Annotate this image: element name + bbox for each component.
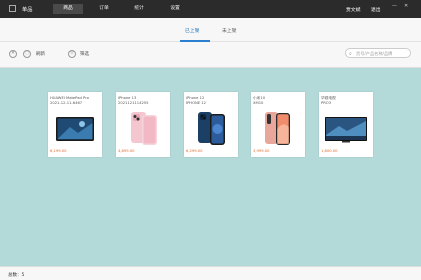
total-count: 总数：5 bbox=[8, 272, 25, 278]
tv-image bbox=[325, 117, 367, 143]
app-logo-icon bbox=[9, 5, 16, 12]
tab-off-shelf[interactable]: 未上架 bbox=[222, 27, 236, 34]
product-sku: XM10 bbox=[253, 101, 264, 106]
nav-item-settings[interactable]: 设置 bbox=[160, 4, 190, 14]
logout-link[interactable]: 退出 bbox=[371, 6, 381, 13]
select-all-icon[interactable]: ✕ bbox=[9, 50, 17, 58]
refresh-icon[interactable]: ◌ bbox=[23, 50, 31, 58]
refresh-button[interactable]: 刷新 bbox=[36, 51, 45, 57]
search-box[interactable]: ⌕ bbox=[345, 48, 411, 58]
product-sku: 2021-12-11-6467 bbox=[50, 101, 83, 106]
tabs-divider bbox=[0, 41, 421, 42]
product-sku: 2021121114255 bbox=[118, 101, 149, 106]
product-price: 6,199.00 bbox=[50, 148, 67, 153]
product-card[interactable]: 华硕电视 PRO3 1,800.00 bbox=[319, 92, 373, 157]
product-price: 6,299.00 bbox=[186, 148, 203, 153]
app-title: 单品 bbox=[22, 7, 33, 13]
product-price: 4,899.00 bbox=[118, 148, 135, 153]
close-icon[interactable]: ✕ bbox=[404, 3, 408, 9]
product-sku: PRO3 bbox=[321, 101, 332, 106]
top-nav-bar: 单品 商品 订单 统计 设置 贾文斌 退出 — ✕ bbox=[0, 0, 421, 18]
product-card[interactable]: iPhone 13 2021121114255 4,899.00 bbox=[116, 92, 170, 157]
user-name[interactable]: 贾文斌 bbox=[346, 6, 360, 13]
iphone-blue-image bbox=[198, 112, 225, 145]
active-tab-indicator bbox=[180, 40, 210, 42]
product-sku: IPHONE 12 bbox=[186, 101, 206, 106]
product-price: 1,800.00 bbox=[321, 148, 338, 153]
product-card[interactable]: HUAWEI MatePad Pro 2021-12-11-6467 6,199… bbox=[48, 92, 102, 157]
sub-header: 已上架 未上架 ✕ ◌ 刷新 ▽ 筛选 ⌕ bbox=[0, 18, 421, 68]
product-card[interactable]: iPhone 12 IPHONE 12 6,299.00 bbox=[184, 92, 238, 157]
iphone-pink-image bbox=[131, 112, 157, 145]
filter-icon[interactable]: ▽ bbox=[68, 50, 76, 58]
status-bar: 总数：5 bbox=[0, 266, 421, 280]
nav-item-orders[interactable]: 订单 bbox=[89, 4, 119, 14]
nav-item-stats[interactable]: 统计 bbox=[124, 4, 154, 14]
minimize-icon[interactable]: — bbox=[392, 3, 397, 9]
nav-item-products[interactable]: 商品 bbox=[53, 4, 83, 14]
product-price: 3,999.00 bbox=[253, 148, 270, 153]
tab-on-shelf[interactable]: 已上架 bbox=[185, 27, 199, 34]
filter-button[interactable]: 筛选 bbox=[80, 51, 89, 57]
tablet-image bbox=[56, 117, 94, 141]
search-input[interactable] bbox=[356, 49, 410, 57]
xiaomi-pink-image bbox=[265, 112, 290, 145]
product-card[interactable]: 小米10 XM10 3,999.00 bbox=[251, 92, 305, 157]
search-icon: ⌕ bbox=[349, 51, 352, 57]
